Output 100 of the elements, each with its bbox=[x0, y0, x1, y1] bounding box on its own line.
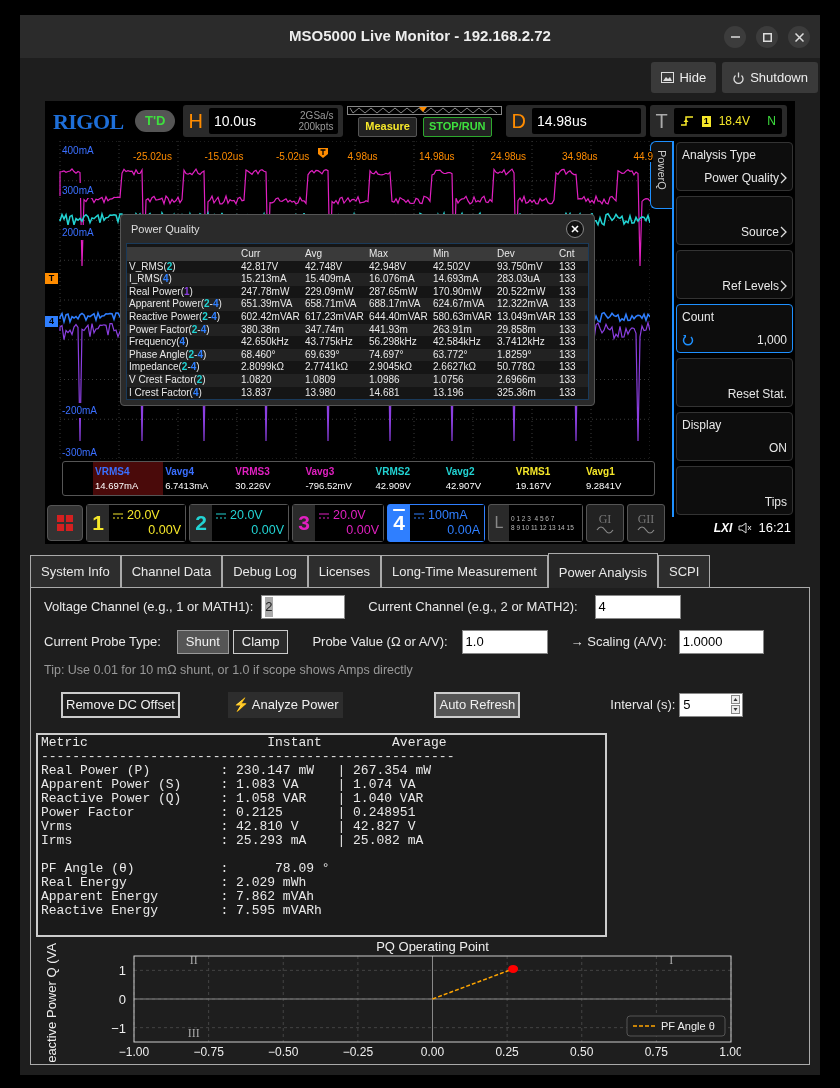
dialog-title: Power Quality bbox=[131, 221, 200, 237]
time-label: 24.98us bbox=[490, 151, 527, 162]
trigger-source: 1 bbox=[701, 115, 711, 127]
tab[interactable]: Power Analysis bbox=[547, 553, 658, 588]
measurement-item[interactable]: Vavg2 42.907V bbox=[443, 462, 514, 495]
menu-item[interactable]: Ref Levels bbox=[676, 250, 793, 299]
table-cell-text: 42.748V bbox=[305, 260, 344, 274]
input-field[interactable]: 1.0 bbox=[461, 630, 548, 654]
input-field[interactable]: 2 bbox=[261, 595, 346, 619]
table-cell-text: 2.7741kΩ bbox=[305, 361, 350, 374]
channel-scale: 20.0V bbox=[230, 508, 263, 523]
probe-type-toggle[interactable]: Clamp bbox=[232, 630, 289, 654]
table-cell-text: 133 bbox=[559, 273, 577, 286]
measurement-item[interactable]: VRMS2 42.909V bbox=[373, 462, 444, 495]
time-label: -5.02us bbox=[276, 151, 310, 162]
table-cell-text: 1.0986 bbox=[369, 373, 401, 387]
action-button[interactable]: Auto Refresh bbox=[434, 691, 521, 718]
maximize-button[interactable] bbox=[756, 26, 778, 48]
output-line: Reactive Energy : 7.595 mVARh bbox=[41, 903, 323, 918]
shutdown-button[interactable]: Shutdown bbox=[722, 62, 818, 93]
x-tick-label: 0.50 bbox=[570, 1044, 594, 1059]
tab[interactable]: System Info bbox=[30, 555, 121, 587]
output-line: Apparent Energy : 7.862 mVAh bbox=[41, 889, 316, 904]
time-label: -15.02us bbox=[204, 151, 244, 162]
tab[interactable]: Long-Time Measurement bbox=[381, 555, 548, 587]
menu-item[interactable]: Tips bbox=[676, 466, 793, 515]
menu-item[interactable]: Source bbox=[676, 196, 793, 245]
table-cell-text: 42.817V bbox=[241, 260, 280, 274]
measurement-item[interactable]: VRMS1 19.167V bbox=[513, 462, 584, 495]
table-cell-text: 56.298kHz bbox=[369, 336, 418, 349]
menu-item[interactable]: Analysis Type Power Quality bbox=[676, 142, 793, 191]
tab[interactable]: Licenses bbox=[307, 555, 382, 587]
table-cell-text: 347.74m bbox=[305, 323, 345, 337]
measure-button[interactable]: Measure bbox=[358, 116, 417, 137]
field-label: → Scaling (A/V): bbox=[570, 633, 667, 652]
stop-run-button[interactable]: STOP/RUN bbox=[422, 116, 492, 137]
channel-panel[interactable]: 3 20.0V 0.00V bbox=[292, 504, 384, 542]
table-cell-text: 1.0820 bbox=[241, 373, 273, 387]
tab[interactable]: SCPI bbox=[658, 555, 711, 587]
channel-scale: 20.0V bbox=[333, 508, 366, 523]
minimize-button[interactable] bbox=[724, 26, 746, 48]
delay-label: D bbox=[511, 109, 526, 134]
table-cell-text: 133 bbox=[559, 260, 577, 274]
spin-box[interactable]: 5 bbox=[679, 692, 744, 717]
time-label: 34.98us bbox=[562, 151, 598, 162]
tab[interactable]: Debug Log bbox=[222, 555, 308, 587]
output-line: Reactive Power (Q) : 1.058 VAR | 1.040 VAR bbox=[41, 791, 425, 806]
column-header: Avg bbox=[305, 248, 324, 261]
input-field[interactable]: 4 bbox=[594, 595, 681, 619]
y-tick-label: 0 bbox=[118, 991, 126, 1007]
trigger-label: T bbox=[655, 109, 668, 134]
table-cell-text: 283.03uA bbox=[497, 273, 541, 286]
tab[interactable]: Channel Data bbox=[120, 555, 223, 587]
input-field[interactable]: 1.0000 bbox=[678, 630, 764, 654]
table-cell-text: 74.697° bbox=[369, 348, 405, 362]
hide-button[interactable]: Hide bbox=[651, 62, 717, 93]
rising-edge-icon bbox=[679, 115, 694, 127]
spin-down-icon bbox=[731, 705, 741, 715]
table-cell-text: 2.6966m bbox=[497, 373, 537, 387]
table-cell-text: 42.948V bbox=[369, 260, 408, 274]
sine-wave-icon bbox=[637, 525, 655, 534]
channel-number: 2 bbox=[190, 505, 212, 541]
close-button[interactable] bbox=[788, 26, 810, 48]
table-cell-text: 688.17mVA bbox=[369, 298, 422, 311]
minimize-icon bbox=[730, 36, 740, 38]
table-cell-text: 380.38m bbox=[241, 323, 281, 337]
measurement-item[interactable]: VRMS3 30.226V bbox=[233, 462, 304, 495]
chart-title: PQ Operating Point bbox=[376, 938, 489, 954]
menu-item[interactable]: Reset Stat. bbox=[676, 358, 793, 407]
level-marker: T bbox=[45, 273, 58, 284]
clock-time: 16:21 bbox=[758, 519, 791, 538]
measurement-item[interactable]: Vavg3 -796.52mV bbox=[303, 462, 374, 495]
measurement-item[interactable]: Vavg4 6.7413mA bbox=[163, 462, 234, 495]
menu-button[interactable] bbox=[47, 505, 83, 541]
channel-panel[interactable]: 1 20.0V 0.00V bbox=[86, 504, 186, 542]
channel-panel[interactable]: 4 100mA 0.00A bbox=[387, 504, 485, 542]
measurement-item[interactable]: VRMS4 14.697mA bbox=[93, 462, 164, 495]
generator-button[interactable]: GI bbox=[586, 504, 624, 542]
brand-logo: RIGOL bbox=[53, 107, 125, 136]
column-header: Min bbox=[433, 248, 451, 261]
probe-type-toggle[interactable]: Shunt bbox=[176, 630, 229, 654]
generator-button[interactable]: GII bbox=[627, 504, 665, 542]
close-button[interactable] bbox=[566, 220, 584, 238]
time-label: 44.9 bbox=[633, 151, 653, 162]
menu-item[interactable]: Count 1,000 bbox=[676, 304, 793, 353]
output-line: Irms : 25.293 mA | 25.082 mA bbox=[41, 833, 425, 848]
table-cell-text: 247.78mW bbox=[241, 285, 291, 299]
table-cell-text: Apparent Power(2-4) bbox=[129, 298, 223, 311]
trigger-mode: N bbox=[767, 113, 776, 130]
legend-label: PF Angle θ bbox=[661, 1019, 715, 1032]
menu-item[interactable]: Display ON bbox=[676, 412, 793, 461]
channel-panel[interactable]: 2 20.0V 0.00V bbox=[189, 504, 289, 542]
table-cell-text: 441.93m bbox=[369, 323, 409, 337]
quadrant-label: II bbox=[189, 953, 198, 968]
action-button[interactable]: Remove DC Offset bbox=[61, 691, 180, 718]
action-button[interactable]: ⚡ Analyze Power bbox=[227, 691, 344, 718]
operating-point bbox=[508, 964, 519, 973]
field-label: Probe Value (Ω or A/V): bbox=[312, 633, 448, 652]
table-cell-text: 133 bbox=[559, 336, 577, 349]
measurement-item[interactable]: Vavg1 9.2841V bbox=[583, 462, 654, 495]
